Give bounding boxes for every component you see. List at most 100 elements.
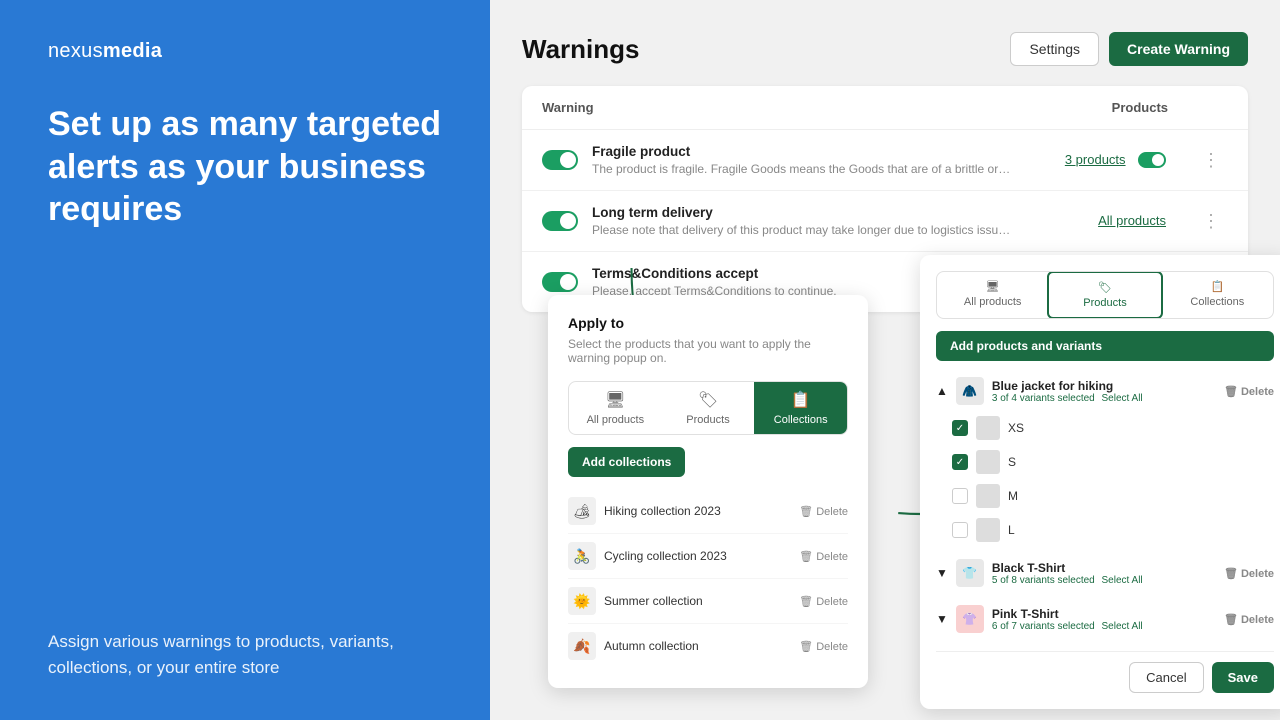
product-name-jacket: Blue jacket for hiking <box>992 379 1216 393</box>
variant-row-xs: ✓ XS <box>936 411 1274 445</box>
product-thumb-black: 👕 <box>956 559 984 587</box>
jacket-sublabel: 3 of 4 variants selected <box>992 393 1095 404</box>
col-warning-header: Warning <box>542 100 1028 115</box>
menu-dots-terms[interactable]: ⋮ <box>1194 268 1228 297</box>
create-warning-button[interactable]: Create Warning <box>1109 32 1248 66</box>
toggle-fragile[interactable] <box>542 150 578 170</box>
warning-info-longterm: Long term delivery Please note that deli… <box>592 205 1012 237</box>
product-name-black: Black T-Shirt <box>992 561 1216 575</box>
left-panel: nexusmedia Set up as many targeted alert… <box>0 0 490 720</box>
warning-info-fragile: Fragile product The product is fragile. … <box>592 144 1012 176</box>
tab-all-products[interactable]: 🖥 All products <box>569 382 662 434</box>
popup-products: 🖥 All products 🏷 Products 📋 Collections … <box>920 255 1280 709</box>
expand-icon-black[interactable]: ▼ <box>936 566 948 580</box>
toggle-longterm[interactable] <box>542 211 578 231</box>
delete-jacket-button[interactable]: 🗑 Delete <box>1224 385 1274 398</box>
popup-footer: Cancel Save <box>936 651 1274 693</box>
left-subtext: Assign various warnings to products, var… <box>48 629 442 680</box>
collections-icon: 📋 <box>791 390 811 410</box>
warning-products-longterm: All products <box>1012 212 1186 230</box>
menu-dots-longterm[interactable]: ⋮ <box>1194 207 1228 236</box>
delete-button[interactable]: 🗑 Delete <box>799 505 848 518</box>
checkbox-xs[interactable]: ✓ <box>952 420 968 436</box>
product-name-pink: Pink T-Shirt <box>992 607 1216 621</box>
all-products-icon: 🖥 <box>605 390 625 410</box>
products-link-longterm[interactable]: All products <box>1098 213 1166 228</box>
popup-apply-to: Apply to Select the products that you wa… <box>548 295 868 688</box>
product-thumb-jacket: 🧥 <box>956 377 984 405</box>
jacket-select-all[interactable]: Select All <box>1102 393 1143 404</box>
toggle-small-fragile[interactable] <box>1138 152 1166 168</box>
warning-desc-fragile: The product is fragile. Fragile Goods me… <box>592 162 1012 176</box>
list-item: 🚴 Cycling collection 2023 🗑 Delete <box>568 534 848 579</box>
delete-button[interactable]: 🗑 Delete <box>799 550 848 563</box>
collection-icon: 🚴 <box>568 542 596 570</box>
page-header: Warnings Settings Create Warning <box>522 32 1248 66</box>
tab-products-label: Products <box>686 414 729 426</box>
collection-icon: 🏕 <box>568 497 596 525</box>
tab-collections[interactable]: 📋 Collections <box>754 382 847 434</box>
black-select-all[interactable]: Select All <box>1102 575 1143 586</box>
toggle-terms[interactable] <box>542 272 578 292</box>
delete-black-button[interactable]: 🗑 Delete <box>1224 567 1274 580</box>
list-item: 🏕 Hiking collection 2023 🗑 Delete <box>568 489 848 534</box>
logo-suffix: media <box>103 40 162 62</box>
tab-products[interactable]: 🏷 Products <box>662 382 755 434</box>
delete-button[interactable]: 🗑 Delete <box>799 640 848 653</box>
add-collections-button[interactable]: Add collections <box>568 447 685 477</box>
table-row: Fragile product The product is fragile. … <box>522 130 1248 191</box>
save-button[interactable]: Save <box>1212 662 1274 693</box>
variant-row-l: L <box>936 513 1274 547</box>
delete-button[interactable]: 🗑 Delete <box>799 595 848 608</box>
product-group-black-tshirt: ▼ 👕 Black T-Shirt 5 of 8 variants select… <box>936 553 1274 593</box>
left-headline: Set up as many targeted alerts as your b… <box>48 103 442 231</box>
variant-name-xs: XS <box>1008 421 1274 435</box>
tab-all-products-label: All products <box>587 414 644 426</box>
expand-icon[interactable]: ▲ <box>936 384 948 398</box>
black-sublabel: 5 of 8 variants selected <box>992 575 1095 586</box>
toggle-small-terms[interactable] <box>1138 274 1166 290</box>
table-row: Terms&Conditions accept Please, accept T… <box>522 252 1248 312</box>
product-group-jacket: ▲ 🧥 Blue jacket for hiking 3 of 4 varian… <box>936 371 1274 547</box>
products-link-fragile[interactable]: 3 products <box>1065 152 1126 167</box>
list-item: 🌞 Summer collection 🗑 Delete <box>568 579 848 624</box>
popup-apply-subtitle: Select the products that you want to app… <box>568 337 848 365</box>
logo: nexusmedia <box>48 40 442 63</box>
warning-name-longterm: Long term delivery <box>592 205 1012 220</box>
popup-apply-title: Apply to <box>568 315 848 331</box>
checkbox-s[interactable]: ✓ <box>952 454 968 470</box>
warnings-table: Warning Products Fragile product The pro… <box>522 86 1248 312</box>
pink-select-all[interactable]: Select All <box>1102 621 1143 632</box>
warning-desc-terms: Please, accept Terms&Conditions to conti… <box>592 284 986 298</box>
page-title: Warnings <box>522 34 639 65</box>
expand-icon-pink[interactable]: ▼ <box>936 612 948 626</box>
checkbox-l[interactable] <box>952 522 968 538</box>
collection-list: 🏕 Hiking collection 2023 🗑 Delete 🚴 Cycl… <box>568 489 848 668</box>
cancel-button[interactable]: Cancel <box>1129 662 1203 693</box>
settings-button[interactable]: Settings <box>1010 32 1099 66</box>
list-item: 🍂 Autumn collection 🗑 Delete <box>568 624 848 668</box>
product-thumb-pink: 👚 <box>956 605 984 633</box>
menu-dots-fragile[interactable]: ⋮ <box>1194 146 1228 175</box>
col-products-header: Products <box>1028 100 1228 115</box>
product-group-pink-tshirt: ▼ 👚 Pink T-Shirt 6 of 7 variants selecte… <box>936 599 1274 639</box>
warning-products-fragile: 3 products <box>1012 151 1186 169</box>
tab-collections-label: Collections <box>774 414 828 426</box>
variant-row-s: ✓ S <box>936 445 1274 479</box>
table-header: Warning Products <box>522 86 1248 130</box>
collection-name: Autumn collection <box>604 639 699 653</box>
variant-name-m: M <box>1008 489 1274 503</box>
products-link-terms[interactable]: 4 collections <box>1054 274 1126 289</box>
checkbox-m[interactable] <box>952 488 968 504</box>
delete-pink-button[interactable]: 🗑 Delete <box>1224 613 1274 626</box>
collection-icon: 🍂 <box>568 632 596 660</box>
variant-thumb-s <box>976 450 1000 474</box>
table-row: Long term delivery Please note that deli… <box>522 191 1248 252</box>
variant-thumb-m <box>976 484 1000 508</box>
add-products-button[interactable]: Add products and variants <box>936 331 1274 361</box>
pink-sublabel: 6 of 7 variants selected <box>992 621 1095 632</box>
warning-products-terms: 4 collections <box>986 273 1186 291</box>
variant-thumb-xs <box>976 416 1000 440</box>
variant-name-s: S <box>1008 455 1274 469</box>
warning-name-terms: Terms&Conditions accept <box>592 266 986 281</box>
